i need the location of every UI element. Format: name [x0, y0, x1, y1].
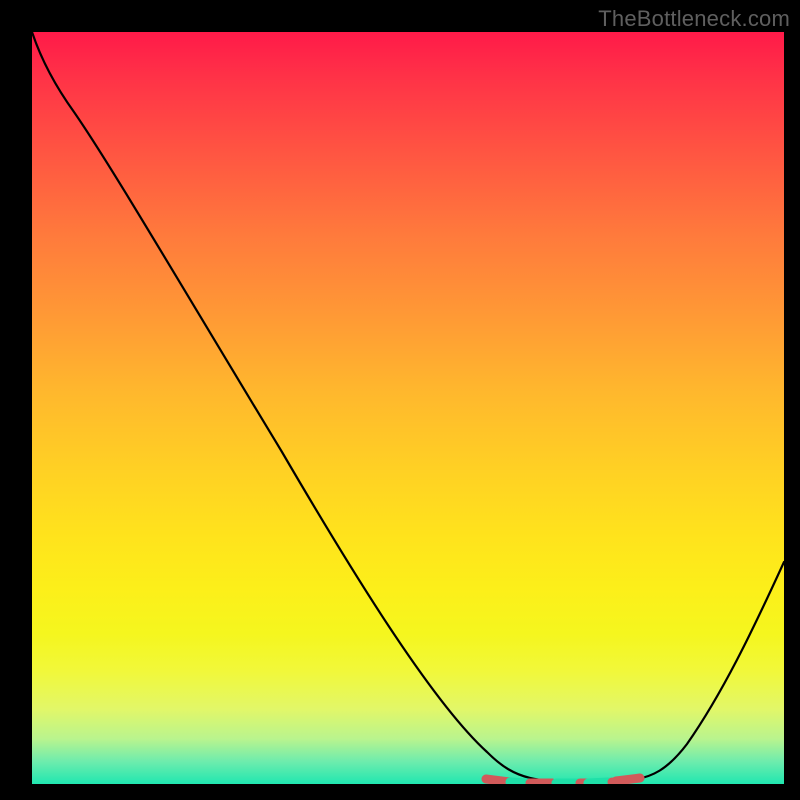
curve-svg	[32, 32, 784, 784]
watermark-text: TheBottleneck.com	[598, 6, 790, 32]
flat-seg-green-3	[588, 782, 608, 783]
flat-seg-red-4	[616, 778, 640, 781]
bottleneck-curve	[32, 32, 784, 782]
flat-region	[486, 778, 640, 785]
chart-frame: TheBottleneck.com	[0, 0, 800, 800]
plot-area	[32, 32, 784, 784]
